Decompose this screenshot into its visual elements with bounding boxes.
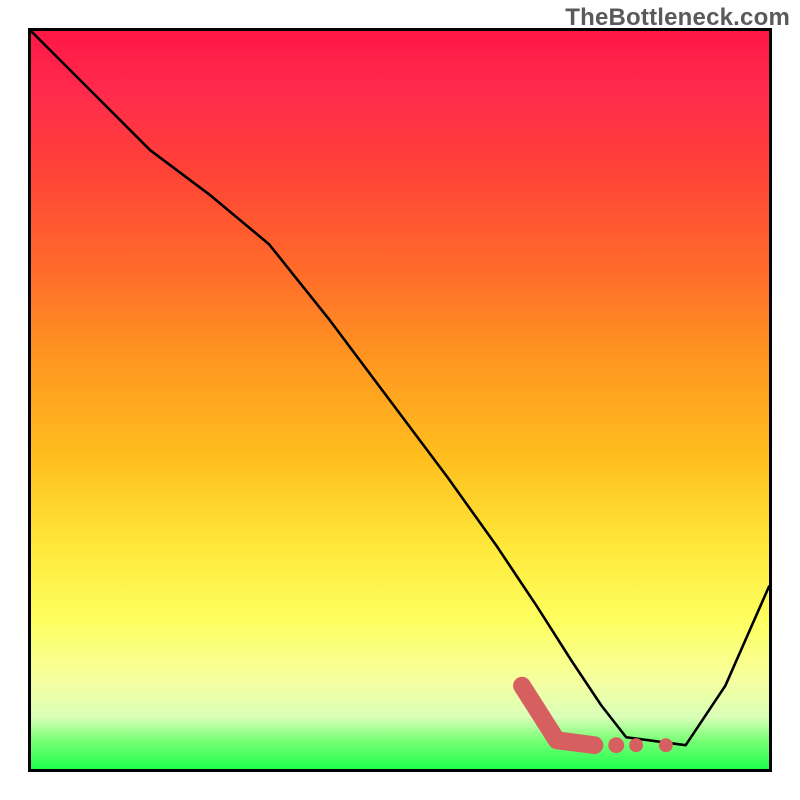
plot-area	[28, 28, 772, 772]
highlight-dot	[659, 738, 673, 752]
chart-container: TheBottleneck.com	[0, 0, 800, 800]
watermark-text: TheBottleneck.com	[565, 4, 790, 32]
highlight-dot	[608, 737, 624, 753]
bottleneck-curve	[31, 31, 769, 745]
highlight-segment	[522, 686, 594, 746]
highlight-dot	[629, 738, 643, 752]
curve-overlay	[31, 31, 769, 769]
